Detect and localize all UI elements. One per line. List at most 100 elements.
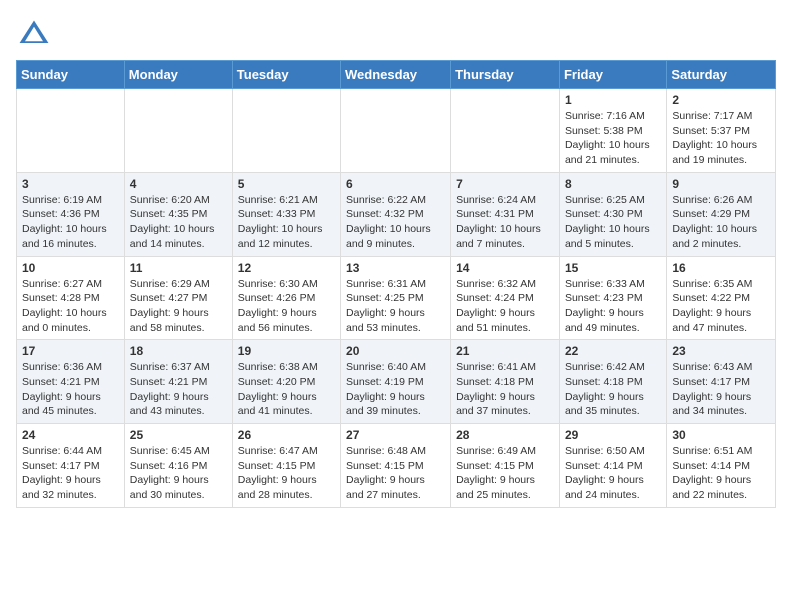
day-info: Sunrise: 6:33 AM Sunset: 4:23 PM Dayligh… (565, 277, 661, 336)
calendar-header-wednesday: Wednesday (341, 61, 451, 89)
calendar-cell: 10Sunrise: 6:27 AM Sunset: 4:28 PM Dayli… (17, 256, 125, 340)
calendar-cell: 16 Sunrise: 6:35 AM Sunset: 4:22 PM Dayli… (667, 256, 776, 340)
day-number: 14 (456, 261, 554, 275)
day-info: Sunrise: 6:24 AM Sunset: 4:31 PM Dayligh… (456, 193, 554, 252)
calendar-cell: 2 Sunrise: 7:17 AM Sunset: 5:37 PM Daylig… (667, 89, 776, 173)
calendar-cell: 23 Sunrise: 6:43 AM Sunset: 4:17 PM Dayli… (667, 340, 776, 424)
day-number: 2 (672, 93, 770, 107)
calendar-cell (17, 89, 125, 173)
logo-icon (16, 16, 52, 52)
day-info: Sunrise: 6:27 AM Sunset: 4:28 PM Dayligh… (22, 277, 119, 336)
day-info: Sunrise: 6:47 AM Sunset: 4:15 PM Dayligh… (238, 444, 335, 503)
day-info: Sunrise: 6:25 AM Sunset: 4:30 PM Dayligh… (565, 193, 661, 252)
day-info: Sunrise: 6:29 AM Sunset: 4:27 PM Dayligh… (130, 277, 227, 336)
calendar-cell: 20 Sunrise: 6:40 AM Sunset: 4:19 PM Dayli… (341, 340, 451, 424)
day-number: 17 (22, 344, 119, 358)
calendar-header-tuesday: Tuesday (232, 61, 340, 89)
day-number: 5 (238, 177, 335, 191)
calendar-week-row: 3 Sunrise: 6:19 AM Sunset: 4:36 PM Daylig… (17, 172, 776, 256)
day-number: 4 (130, 177, 227, 191)
calendar-cell (451, 89, 560, 173)
day-number: 8 (565, 177, 661, 191)
calendar-header-monday: Monday (124, 61, 232, 89)
calendar-cell: 25 Sunrise: 6:45 AM Sunset: 4:16 PM Dayli… (124, 424, 232, 508)
day-number: 24 (22, 428, 119, 442)
day-number: 20 (346, 344, 445, 358)
day-info: Sunrise: 6:38 AM Sunset: 4:20 PM Dayligh… (238, 360, 335, 419)
calendar-cell: 18 Sunrise: 6:37 AM Sunset: 4:21 PM Dayli… (124, 340, 232, 424)
calendar-cell: 17 Sunrise: 6:36 AM Sunset: 4:21 PM Dayli… (17, 340, 125, 424)
day-number: 18 (130, 344, 227, 358)
day-info: Sunrise: 6:51 AM Sunset: 4:14 PM Dayligh… (672, 444, 770, 503)
day-number: 13 (346, 261, 445, 275)
day-info: Sunrise: 6:20 AM Sunset: 4:35 PM Dayligh… (130, 193, 227, 252)
day-number: 28 (456, 428, 554, 442)
calendar-table: SundayMondayTuesdayWednesdayThursdayFrid… (16, 60, 776, 508)
calendar-cell: 28 Sunrise: 6:49 AM Sunset: 4:15 PM Dayli… (451, 424, 560, 508)
calendar-cell: 4 Sunrise: 6:20 AM Sunset: 4:35 PM Daylig… (124, 172, 232, 256)
calendar-week-row: 1 Sunrise: 7:16 AM Sunset: 5:38 PM Daylig… (17, 89, 776, 173)
calendar-cell: 14 Sunrise: 6:32 AM Sunset: 4:24 PM Dayli… (451, 256, 560, 340)
day-number: 11 (130, 261, 227, 275)
calendar-header-friday: Friday (559, 61, 666, 89)
day-number: 29 (565, 428, 661, 442)
day-number: 25 (130, 428, 227, 442)
day-info: Sunrise: 6:42 AM Sunset: 4:18 PM Dayligh… (565, 360, 661, 419)
day-info: Sunrise: 6:35 AM Sunset: 4:22 PM Dayligh… (672, 277, 770, 336)
logo (16, 16, 56, 52)
day-number: 7 (456, 177, 554, 191)
calendar-cell: 13 Sunrise: 6:31 AM Sunset: 4:25 PM Dayli… (341, 256, 451, 340)
calendar-cell: 9 Sunrise: 6:26 AM Sunset: 4:29 PM Daylig… (667, 172, 776, 256)
calendar-cell: 21 Sunrise: 6:41 AM Sunset: 4:18 PM Dayli… (451, 340, 560, 424)
day-number: 21 (456, 344, 554, 358)
calendar-cell: 11 Sunrise: 6:29 AM Sunset: 4:27 PM Dayli… (124, 256, 232, 340)
day-info: Sunrise: 6:36 AM Sunset: 4:21 PM Dayligh… (22, 360, 119, 419)
day-info: Sunrise: 7:17 AM Sunset: 5:37 PM Dayligh… (672, 109, 770, 168)
day-info: Sunrise: 6:37 AM Sunset: 4:21 PM Dayligh… (130, 360, 227, 419)
header (16, 16, 776, 52)
day-info: Sunrise: 6:31 AM Sunset: 4:25 PM Dayligh… (346, 277, 445, 336)
day-number: 27 (346, 428, 445, 442)
day-number: 19 (238, 344, 335, 358)
calendar-header-thursday: Thursday (451, 61, 560, 89)
day-info: Sunrise: 6:49 AM Sunset: 4:15 PM Dayligh… (456, 444, 554, 503)
calendar-cell: 3 Sunrise: 6:19 AM Sunset: 4:36 PM Daylig… (17, 172, 125, 256)
calendar-cell: 1 Sunrise: 7:16 AM Sunset: 5:38 PM Daylig… (559, 89, 666, 173)
calendar-cell: 12Sunrise: 6:30 AM Sunset: 4:26 PM Dayli… (232, 256, 340, 340)
day-info: Sunrise: 6:44 AM Sunset: 4:17 PM Dayligh… (22, 444, 119, 503)
calendar-cell: 15 Sunrise: 6:33 AM Sunset: 4:23 PM Dayli… (559, 256, 666, 340)
calendar-cell: 26 Sunrise: 6:47 AM Sunset: 4:15 PM Dayli… (232, 424, 340, 508)
calendar-cell: 6Sunrise: 6:22 AM Sunset: 4:32 PM Daylig… (341, 172, 451, 256)
day-info: Sunrise: 6:43 AM Sunset: 4:17 PM Dayligh… (672, 360, 770, 419)
day-info: Sunrise: 6:32 AM Sunset: 4:24 PM Dayligh… (456, 277, 554, 336)
calendar-cell: 5Sunrise: 6:21 AM Sunset: 4:33 PM Daylig… (232, 172, 340, 256)
day-info: Sunrise: 7:16 AM Sunset: 5:38 PM Dayligh… (565, 109, 661, 168)
day-info: Sunrise: 6:48 AM Sunset: 4:15 PM Dayligh… (346, 444, 445, 503)
day-info: Sunrise: 6:30 AM Sunset: 4:26 PM Dayligh… (238, 277, 335, 336)
day-info: Sunrise: 6:41 AM Sunset: 4:18 PM Dayligh… (456, 360, 554, 419)
day-number: 1 (565, 93, 661, 107)
calendar-header-sunday: Sunday (17, 61, 125, 89)
day-info: Sunrise: 6:45 AM Sunset: 4:16 PM Dayligh… (130, 444, 227, 503)
calendar-cell: 8 Sunrise: 6:25 AM Sunset: 4:30 PM Daylig… (559, 172, 666, 256)
day-info: Sunrise: 6:19 AM Sunset: 4:36 PM Dayligh… (22, 193, 119, 252)
day-number: 30 (672, 428, 770, 442)
calendar-header-row: SundayMondayTuesdayWednesdayThursdayFrid… (17, 61, 776, 89)
day-number: 26 (238, 428, 335, 442)
calendar-week-row: 10Sunrise: 6:27 AM Sunset: 4:28 PM Dayli… (17, 256, 776, 340)
day-info: Sunrise: 6:40 AM Sunset: 4:19 PM Dayligh… (346, 360, 445, 419)
calendar-cell: 30 Sunrise: 6:51 AM Sunset: 4:14 PM Dayli… (667, 424, 776, 508)
day-number: 9 (672, 177, 770, 191)
day-number: 22 (565, 344, 661, 358)
day-number: 15 (565, 261, 661, 275)
day-number: 3 (22, 177, 119, 191)
day-info: Sunrise: 6:22 AM Sunset: 4:32 PM Dayligh… (346, 193, 445, 252)
calendar-week-row: 24 Sunrise: 6:44 AM Sunset: 4:17 PM Dayli… (17, 424, 776, 508)
day-number: 16 (672, 261, 770, 275)
calendar-cell (341, 89, 451, 173)
calendar-cell (124, 89, 232, 173)
day-number: 23 (672, 344, 770, 358)
day-info: Sunrise: 6:50 AM Sunset: 4:14 PM Dayligh… (565, 444, 661, 503)
day-info: Sunrise: 6:26 AM Sunset: 4:29 PM Dayligh… (672, 193, 770, 252)
calendar-cell: 22 Sunrise: 6:42 AM Sunset: 4:18 PM Dayli… (559, 340, 666, 424)
